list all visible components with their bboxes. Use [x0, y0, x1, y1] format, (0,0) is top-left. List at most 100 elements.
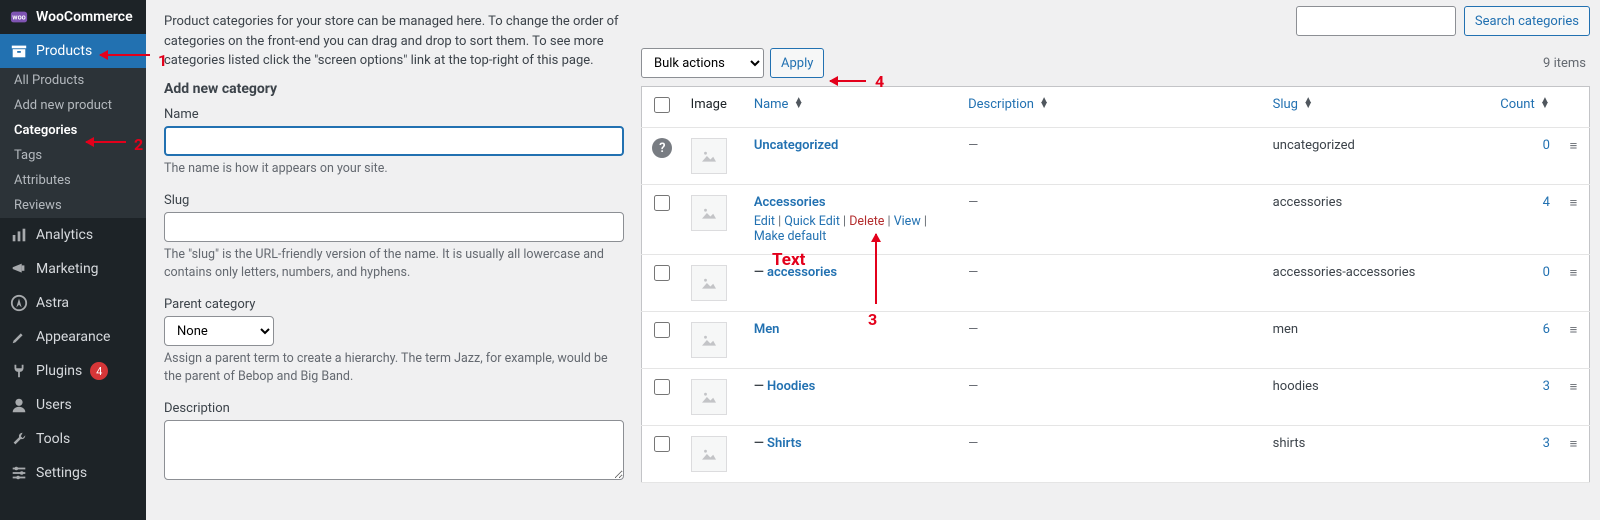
table-row: — accessories — accessories-accessories 0 ≡	[642, 255, 1590, 312]
cell-description: —	[968, 322, 978, 337]
sidebar-item-marketing[interactable]: Marketing	[0, 252, 146, 286]
field-name: Name The name is how it appears on your …	[164, 107, 621, 178]
cell-slug: accessories-accessories	[1265, 255, 1491, 312]
count-link[interactable]: 0	[1543, 265, 1550, 280]
sliders-icon	[10, 464, 28, 482]
category-link[interactable]: — accessories	[754, 265, 837, 280]
sidebar-label: Users	[36, 397, 72, 413]
plug-icon	[10, 362, 28, 380]
category-thumb	[691, 379, 727, 415]
category-link[interactable]: Accessories	[754, 195, 826, 210]
reorder-handle[interactable]: ≡	[1558, 255, 1590, 312]
description-input[interactable]	[164, 420, 624, 480]
bulk-actions-select[interactable]: Bulk actions	[641, 48, 764, 78]
sidebar-item-appearance[interactable]: Appearance	[0, 320, 146, 354]
count-link[interactable]: 3	[1543, 436, 1550, 451]
table-row: Men—men6≡	[642, 312, 1590, 369]
category-link[interactable]: Men	[754, 322, 780, 337]
sidebar-label: Marketing	[36, 261, 99, 277]
field-slug: Slug The "slug" is the URL-friendly vers…	[164, 193, 621, 281]
row-checkbox[interactable]	[654, 436, 670, 452]
count-link[interactable]: 6	[1543, 322, 1550, 337]
sidebar-item-tools[interactable]: Tools	[0, 422, 146, 456]
table-row: ?Uncategorized—uncategorized0≡	[642, 128, 1590, 185]
form-title: Add new category	[164, 81, 621, 97]
cell-slug: hoodies	[1265, 369, 1491, 426]
select-all-checkbox[interactable]	[654, 97, 670, 113]
sidebar-sub-attributes[interactable]: Attributes	[0, 168, 146, 193]
category-thumb	[691, 436, 727, 472]
archive-icon	[10, 42, 28, 60]
slug-label: Slug	[164, 193, 621, 208]
col-description[interactable]: Description ▲▼	[960, 87, 1265, 128]
cell-description: —	[968, 265, 978, 280]
reorder-handle[interactable]: ≡	[1558, 128, 1590, 185]
sidebar-item-plugins[interactable]: Plugins 4	[0, 354, 146, 388]
col-slug[interactable]: Slug ▲▼	[1265, 87, 1491, 128]
row-checkbox[interactable]	[654, 322, 670, 338]
sidebar-item-woocommerce[interactable]: woo WooCommerce	[0, 0, 146, 34]
row-checkbox[interactable]	[654, 195, 670, 211]
sidebar-label: Products	[36, 43, 92, 59]
sidebar-sub-reviews[interactable]: Reviews	[0, 193, 146, 218]
count-link[interactable]: 3	[1543, 379, 1550, 394]
slug-input[interactable]	[164, 212, 624, 242]
cell-slug: shirts	[1265, 426, 1491, 483]
sort-icon: ▲▼	[794, 98, 804, 108]
intro-text: Product categories for your store can be…	[164, 12, 621, 71]
category-thumb	[691, 322, 727, 358]
action-delete[interactable]: Delete	[849, 214, 884, 229]
category-link[interactable]: — Shirts	[754, 436, 802, 451]
brush-icon	[10, 328, 28, 346]
parent-select[interactable]: None	[164, 316, 274, 346]
action-quick-edit[interactable]: Quick Edit	[784, 214, 840, 229]
action-view[interactable]: View	[894, 214, 921, 229]
sidebar-label: Tools	[36, 431, 70, 447]
sidebar-item-analytics[interactable]: Analytics	[0, 218, 146, 252]
description-label: Description	[164, 401, 621, 416]
field-parent: Parent category None Assign a parent ter…	[164, 297, 621, 385]
col-count[interactable]: Count ▲▼	[1490, 87, 1558, 128]
reorder-handle[interactable]: ≡	[1558, 312, 1590, 369]
sidebar-sub-add-new[interactable]: Add new product	[0, 93, 146, 118]
search-input[interactable]	[1296, 6, 1456, 36]
category-link[interactable]: — Hoodies	[754, 379, 816, 394]
category-link[interactable]: Uncategorized	[754, 138, 839, 153]
table-row: — Hoodies — hoodies 3 ≡	[642, 369, 1590, 426]
sidebar-sub-categories[interactable]: Categories	[0, 118, 146, 143]
sidebar-label: Plugins	[36, 363, 82, 379]
bulk-actions-row: Bulk actions Apply 9 items	[641, 48, 1590, 78]
apply-button[interactable]: Apply	[770, 48, 824, 78]
reorder-handle[interactable]: ≡	[1558, 369, 1590, 426]
search-button[interactable]: Search categories	[1464, 6, 1590, 36]
action-make-default[interactable]: Make default	[754, 229, 827, 244]
count-link[interactable]: 0	[1543, 138, 1550, 153]
chart-icon	[10, 226, 28, 244]
sidebar-label: WooCommerce	[36, 9, 133, 25]
sidebar-item-astra[interactable]: Astra	[0, 286, 146, 320]
reorder-handle[interactable]: ≡	[1558, 185, 1590, 255]
table-row: — Shirts — shirts 3 ≡	[642, 426, 1590, 483]
col-name[interactable]: Name ▲▼	[746, 87, 960, 128]
col-image: Image	[683, 87, 746, 128]
slug-hint: The "slug" is the URL-friendly version o…	[164, 246, 621, 281]
sidebar-label: Astra	[36, 295, 69, 311]
sidebar-item-products[interactable]: Products	[0, 34, 146, 68]
parent-label: Parent category	[164, 297, 621, 312]
row-checkbox[interactable]	[654, 379, 670, 395]
name-input[interactable]	[164, 126, 624, 156]
help-icon[interactable]: ?	[652, 138, 672, 158]
sidebar-sub-all-products[interactable]: All Products	[0, 68, 146, 93]
cell-description: —	[968, 379, 978, 394]
sort-icon: ▲▼	[1039, 98, 1049, 108]
sidebar-item-users[interactable]: Users	[0, 388, 146, 422]
wrench-icon	[10, 430, 28, 448]
action-edit[interactable]: Edit	[754, 214, 775, 229]
sort-icon: ▲▼	[1303, 98, 1313, 108]
reorder-handle[interactable]: ≡	[1558, 426, 1590, 483]
cell-description: —	[968, 436, 978, 451]
sidebar-sub-tags[interactable]: Tags	[0, 143, 146, 168]
row-checkbox[interactable]	[654, 265, 670, 281]
sidebar-item-settings[interactable]: Settings	[0, 456, 146, 490]
count-link[interactable]: 4	[1543, 195, 1550, 210]
